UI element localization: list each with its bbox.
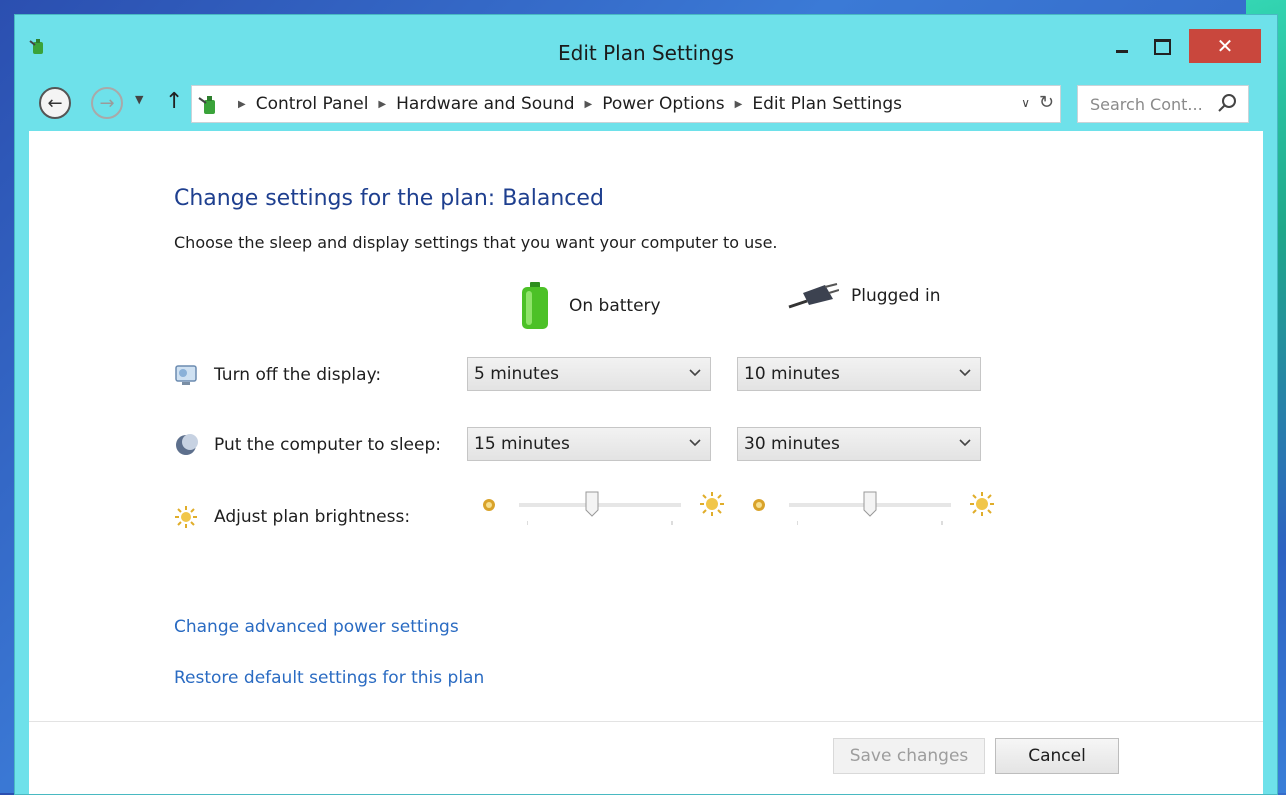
power-plug-icon — [788, 283, 839, 309]
search-input[interactable] — [1088, 86, 1222, 122]
refresh-icon[interactable]: ↻ — [1039, 92, 1054, 113]
save-changes-button[interactable]: Save changes — [833, 738, 985, 774]
maximize-icon — [1153, 39, 1171, 55]
back-arrow-icon: ← — [47, 92, 63, 114]
up-button[interactable]: ↑ — [165, 89, 183, 114]
display-off-battery-value: 5 minutes — [474, 364, 560, 384]
breadcrumb-separator-icon[interactable]: ▶ — [585, 99, 593, 110]
maximize-button[interactable] — [1145, 29, 1179, 65]
search-icon[interactable] — [1216, 92, 1238, 114]
recent-locations-dropdown[interactable]: ▼ — [135, 93, 143, 106]
column-label-on-battery: On battery — [569, 296, 661, 316]
brightness-plugged-slider[interactable] — [751, 489, 1001, 529]
back-button[interactable]: ← — [39, 87, 71, 119]
address-history-dropdown[interactable]: ∨ — [1021, 96, 1030, 110]
address-bar[interactable]: ▶ Control Panel ▶ Hardware and Sound ▶ P… — [191, 85, 1061, 123]
display-setting-row: Turn off the display: — [174, 363, 381, 387]
chevron-down-icon — [689, 439, 701, 447]
display-off-battery-dropdown[interactable]: 5 minutes — [467, 357, 711, 391]
navigation-bar: ← → ▼ ↑ ▶ Control Panel ▶ Hardware and S… — [15, 79, 1277, 131]
minimize-button[interactable] — [1105, 29, 1139, 65]
display-off-plugged-dropdown[interactable]: 10 minutes — [737, 357, 981, 391]
slider-track — [519, 503, 681, 507]
sleep-plugged-value: 30 minutes — [744, 434, 840, 454]
display-off-plugged-value: 10 minutes — [744, 364, 840, 384]
page-subtitle: Choose the sleep and display settings th… — [174, 233, 778, 252]
monitor-display-icon — [175, 365, 197, 385]
slider-ticks — [527, 521, 673, 525]
brightness-setting-row: Adjust plan brightness: — [174, 505, 410, 529]
page-title: Change settings for the plan: Balanced — [174, 186, 604, 211]
breadcrumb-separator-icon[interactable]: ▶ — [735, 99, 743, 110]
cancel-button[interactable]: Cancel — [995, 738, 1119, 774]
chevron-down-icon — [959, 439, 971, 447]
minimize-icon — [1116, 49, 1128, 53]
column-header-on-battery: On battery — [519, 281, 661, 331]
slider-thumb[interactable] — [863, 491, 877, 517]
forward-button[interactable]: → — [91, 87, 123, 119]
sleep-moon-icon — [176, 434, 198, 455]
power-options-icon — [198, 96, 215, 114]
display-setting-label: Turn off the display: — [214, 365, 382, 385]
slider-thumb[interactable] — [585, 491, 599, 517]
title-bar: Edit Plan Settings ✕ — [15, 15, 1277, 79]
content-area: Change settings for the plan: Balanced C… — [29, 131, 1263, 794]
close-icon: ✕ — [1216, 34, 1234, 58]
footer-divider — [29, 721, 1263, 722]
bright-brightness-icon — [700, 492, 724, 516]
chevron-down-icon — [959, 369, 971, 377]
breadcrumb-separator-icon[interactable]: ▶ — [378, 99, 386, 110]
sleep-battery-dropdown[interactable]: 15 minutes — [467, 427, 711, 461]
breadcrumb-separator-icon: ▶ — [238, 98, 246, 110]
column-header-plugged-in: Plugged in — [787, 281, 940, 311]
dim-brightness-icon — [483, 499, 495, 511]
sleep-setting-row: Put the computer to sleep: — [174, 433, 441, 457]
restore-defaults-link[interactable]: Restore default settings for this plan — [174, 668, 484, 688]
search-box[interactable] — [1077, 85, 1249, 123]
brightness-sun-icon — [175, 506, 197, 528]
edit-plan-window: Edit Plan Settings ✕ ← → ▼ ↑ ▶ Control P… — [14, 14, 1278, 795]
brightness-battery-slider[interactable] — [481, 489, 731, 529]
chevron-down-icon — [689, 369, 701, 377]
sleep-setting-label: Put the computer to sleep: — [214, 435, 441, 455]
dim-brightness-icon — [753, 499, 765, 511]
breadcrumb-power-options[interactable]: Power Options — [602, 94, 724, 114]
slider-ticks — [797, 521, 943, 525]
window-title: Edit Plan Settings — [557, 41, 735, 65]
battery-icon — [522, 282, 548, 329]
bright-brightness-icon — [970, 492, 994, 516]
sleep-plugged-dropdown[interactable]: 30 minutes — [737, 427, 981, 461]
column-label-plugged-in: Plugged in — [851, 286, 941, 306]
breadcrumb-control-panel[interactable]: Control Panel — [256, 94, 369, 114]
brightness-setting-label: Adjust plan brightness: — [214, 507, 411, 527]
advanced-power-settings-link[interactable]: Change advanced power settings — [174, 617, 459, 637]
breadcrumb-hardware-and-sound[interactable]: Hardware and Sound — [396, 94, 574, 114]
breadcrumb-edit-plan-settings[interactable]: Edit Plan Settings — [752, 94, 902, 114]
sleep-battery-value: 15 minutes — [474, 434, 570, 454]
close-button[interactable]: ✕ — [1189, 29, 1261, 63]
forward-arrow-icon: → — [99, 92, 115, 114]
